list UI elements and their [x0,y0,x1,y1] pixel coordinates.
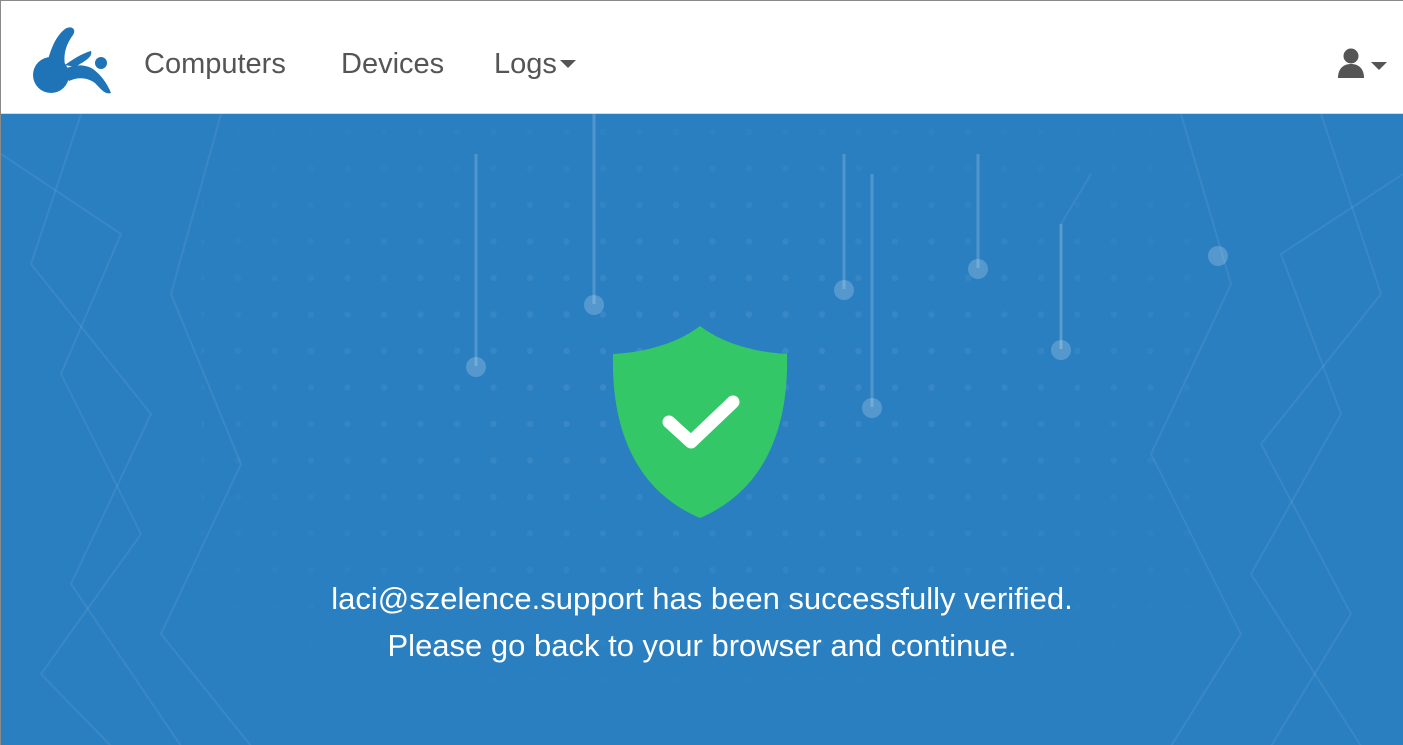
verified-message: laci@szelence.support has been successfu… [331,581,1073,616]
nav-devices-label: Devices [341,48,445,80]
nav-computers-label: Computers [144,48,286,80]
continue-instruction: Please go back to your browser and conti… [387,628,1017,663]
nav-logs-dropdown[interactable]: Logs [494,45,576,83]
caret-down-icon [1371,62,1387,70]
top-navbar: Computers Devices Logs [1,1,1403,114]
shield-check-icon [612,326,788,518]
nav-devices[interactable]: Devices [341,45,444,83]
caret-down-icon [559,59,576,68]
nav-logs-label: Logs [494,48,557,80]
user-menu-dropdown[interactable] [1337,47,1393,81]
user-icon [1338,48,1387,78]
splashtop-logo-icon[interactable] [31,23,113,99]
nav-computers[interactable]: Computers [144,45,286,83]
verification-hero: laci@szelence.support has been successfu… [1,114,1403,745]
app-window: Computers Devices Logs laci@szelence.sup… [0,0,1403,745]
